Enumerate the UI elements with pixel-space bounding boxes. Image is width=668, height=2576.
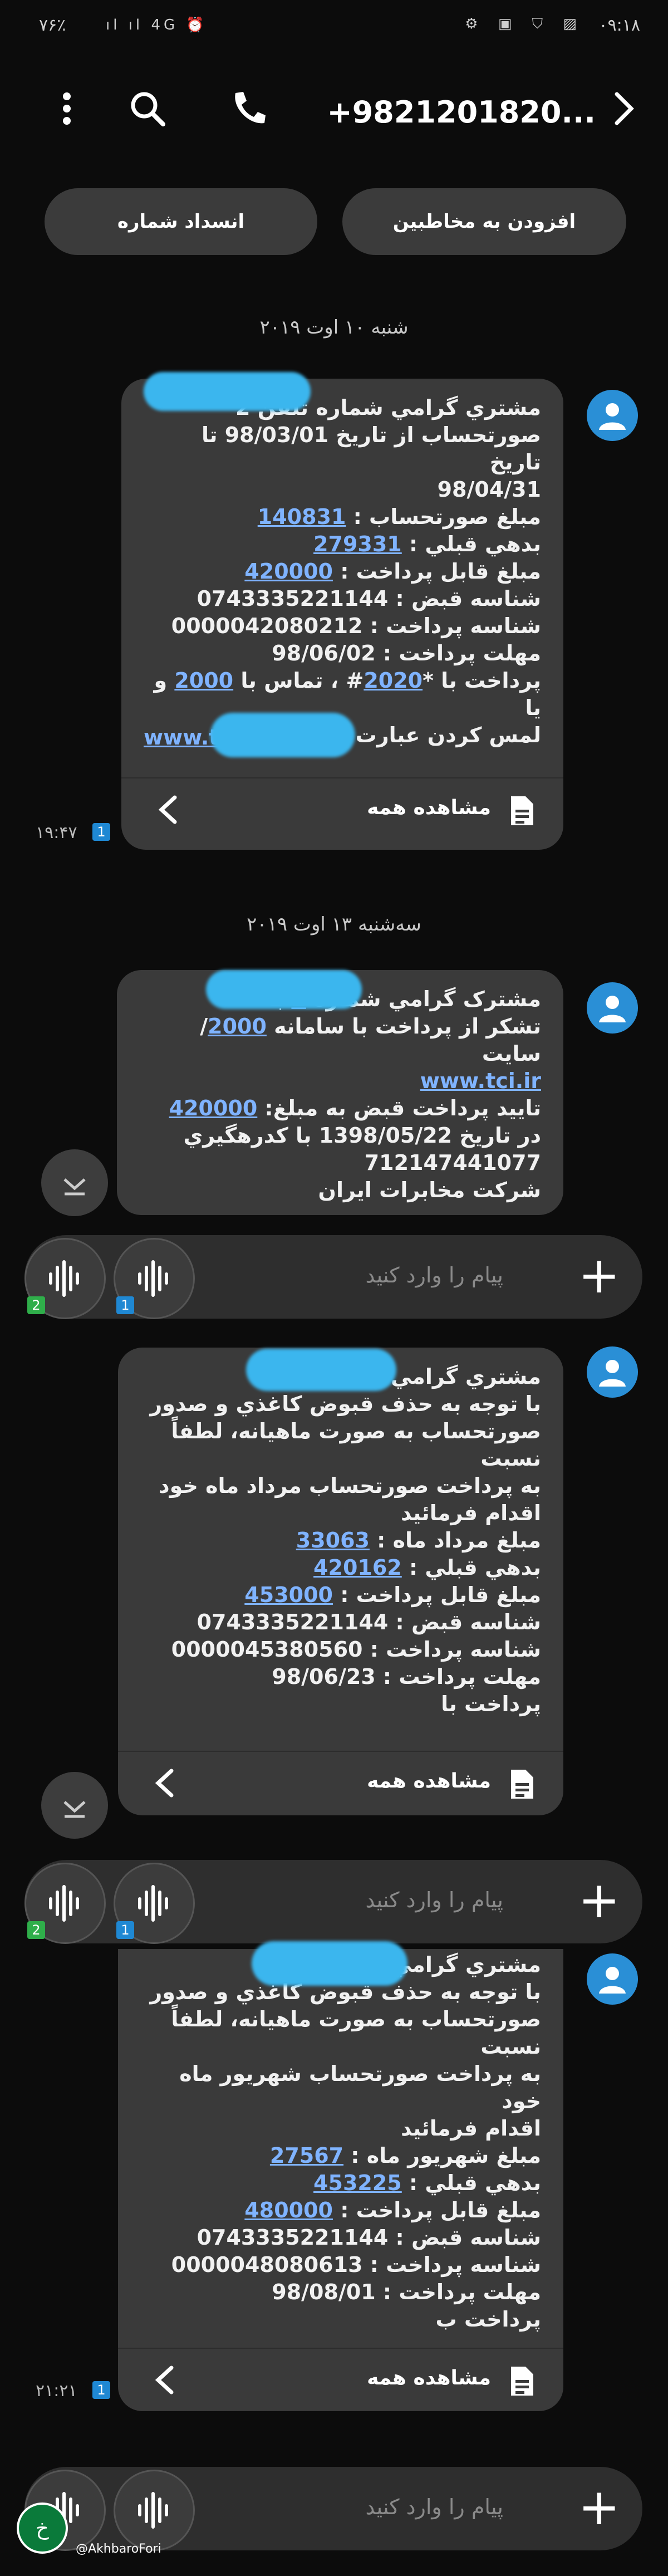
person-icon [599, 1967, 626, 1994]
voice-sim2-button[interactable]: 2 [24, 1238, 106, 1319]
message-time: ۱۹:۴۷ [36, 823, 77, 843]
add-attachment-icon[interactable]: + [578, 1875, 620, 1926]
notification-icons: ⚙ ▣ ⛉ ▨ [465, 16, 584, 32]
sender-avatar [587, 1953, 638, 2005]
more-options-icon[interactable] [45, 86, 89, 131]
block-number-button[interactable]: انسداد شماره [45, 188, 317, 255]
add-to-contacts-button[interactable]: افزودن به مخاطبین [342, 188, 626, 255]
phone-number: +9821201820... [327, 95, 596, 130]
search-icon[interactable] [125, 86, 170, 131]
view-all-label: مشاهده همه [367, 796, 491, 819]
scroll-down-button[interactable] [41, 1772, 108, 1839]
document-icon [508, 794, 536, 830]
signal-icons: ıl ıl 4G ⏰ [106, 17, 208, 33]
message-composer[interactable]: 2 1 پیام را وارد کنید + [24, 1235, 642, 1319]
svg-text:خ: خ [36, 2517, 49, 2540]
watermark-logo: خ @AkhbaroFori [14, 2495, 226, 2562]
message-input[interactable]: پیام را وارد کنید [366, 2495, 503, 2519]
scroll-down-icon [63, 1801, 86, 1818]
sender-avatar [587, 1346, 638, 1398]
sim-badge: 1 [116, 1296, 134, 1314]
person-icon [599, 1360, 626, 1387]
date-separator: شنبه ۱۰ اوت ۲۰۱۹ [259, 316, 409, 339]
view-all-row[interactable]: مشاهده همه [118, 1751, 563, 1813]
scroll-down-button[interactable] [41, 1149, 108, 1216]
watermark-handle: @AkhbaroFori [76, 2542, 161, 2556]
scroll-down-icon [63, 1178, 86, 1196]
redaction-mark [144, 372, 311, 411]
message-text: مشتري گرامي با توجه به حذف قبوض كاغذي و … [150, 1364, 541, 1716]
conversation-header: +9821201820... [0, 72, 668, 150]
chevron-left-icon [151, 2363, 179, 2399]
battery-text: ۷۶٪ [39, 16, 66, 35]
message-input[interactable]: پیام را وارد کنید [366, 1888, 503, 1912]
sim-badge: 1 [92, 2381, 110, 2399]
status-bar: ۷۶٪ ıl ıl 4G ⏰ ⚙ ▣ ⛉ ▨ ۰۹:۱۸ [0, 0, 668, 53]
view-all-row[interactable]: مشاهده همه [118, 2348, 563, 2410]
redaction-mark [210, 713, 355, 757]
call-icon[interactable] [225, 86, 270, 131]
document-icon [508, 1767, 536, 1803]
message-bubble[interactable]: مشتري گرامي با توجه به حذف قبوض كاغذي و … [118, 1941, 563, 2411]
view-all-row[interactable]: مشاهده همه [121, 777, 563, 840]
voice-sim2-button[interactable]: 2 [24, 1863, 106, 1944]
sender-avatar [587, 390, 638, 441]
message-input[interactable]: پیام را وارد کنید [366, 1263, 503, 1287]
message-composer[interactable]: 2 1 پیام را وارد کنید + [24, 1860, 642, 1944]
document-icon [508, 2364, 536, 2400]
sim-badge: 2 [27, 1921, 45, 1939]
message-bubble[interactable]: مشترک گرامي شماره 2 با تشکر از پرداخت با… [117, 970, 563, 1215]
date-separator: سه‌شنبه ۱۳ اوت ۲۰۱۹ [247, 913, 421, 936]
clock: ۰۹:۱۸ [598, 16, 640, 35]
message-text: مشتري گرامي با توجه به حذف قبوض كاغذي و … [150, 1952, 541, 2332]
sender-avatar [587, 982, 638, 1034]
redaction-mark [246, 1349, 396, 1391]
view-all-label: مشاهده همه [367, 1770, 491, 1793]
person-icon [599, 403, 626, 430]
message-bubble[interactable]: مشتري گرامي با توجه به حذف قبوض كاغذي و … [118, 1348, 563, 1815]
message-text: مشتري گرامي شماره تلفن 2 صورتحساب از تار… [154, 395, 542, 747]
chevron-left-icon [155, 793, 183, 829]
sim-badge: 1 [116, 1921, 134, 1939]
message-text: مشترک گرامي شماره 2 با تشکر از پرداخت با… [169, 987, 541, 1202]
redaction-mark [206, 970, 362, 1009]
voice-sim1-button[interactable]: 1 [114, 1238, 195, 1319]
voice-sim1-button[interactable]: 1 [114, 1863, 195, 1944]
message-time: ۲۱:۲۱ [36, 2381, 77, 2401]
back-chevron-icon[interactable] [601, 86, 646, 131]
message-bubble[interactable]: مشتري گرامي شماره تلفن 2 صورتحساب از تار… [121, 372, 563, 850]
sim-badge: 1 [92, 823, 110, 841]
person-icon [599, 996, 626, 1022]
add-attachment-icon[interactable]: + [578, 2482, 620, 2533]
sim-badge: 2 [27, 1296, 45, 1314]
view-all-label: مشاهده همه [367, 2367, 491, 2389]
chevron-left-icon [151, 1766, 179, 1802]
add-attachment-icon[interactable]: + [578, 1251, 620, 1301]
redaction-mark [252, 1941, 407, 1986]
